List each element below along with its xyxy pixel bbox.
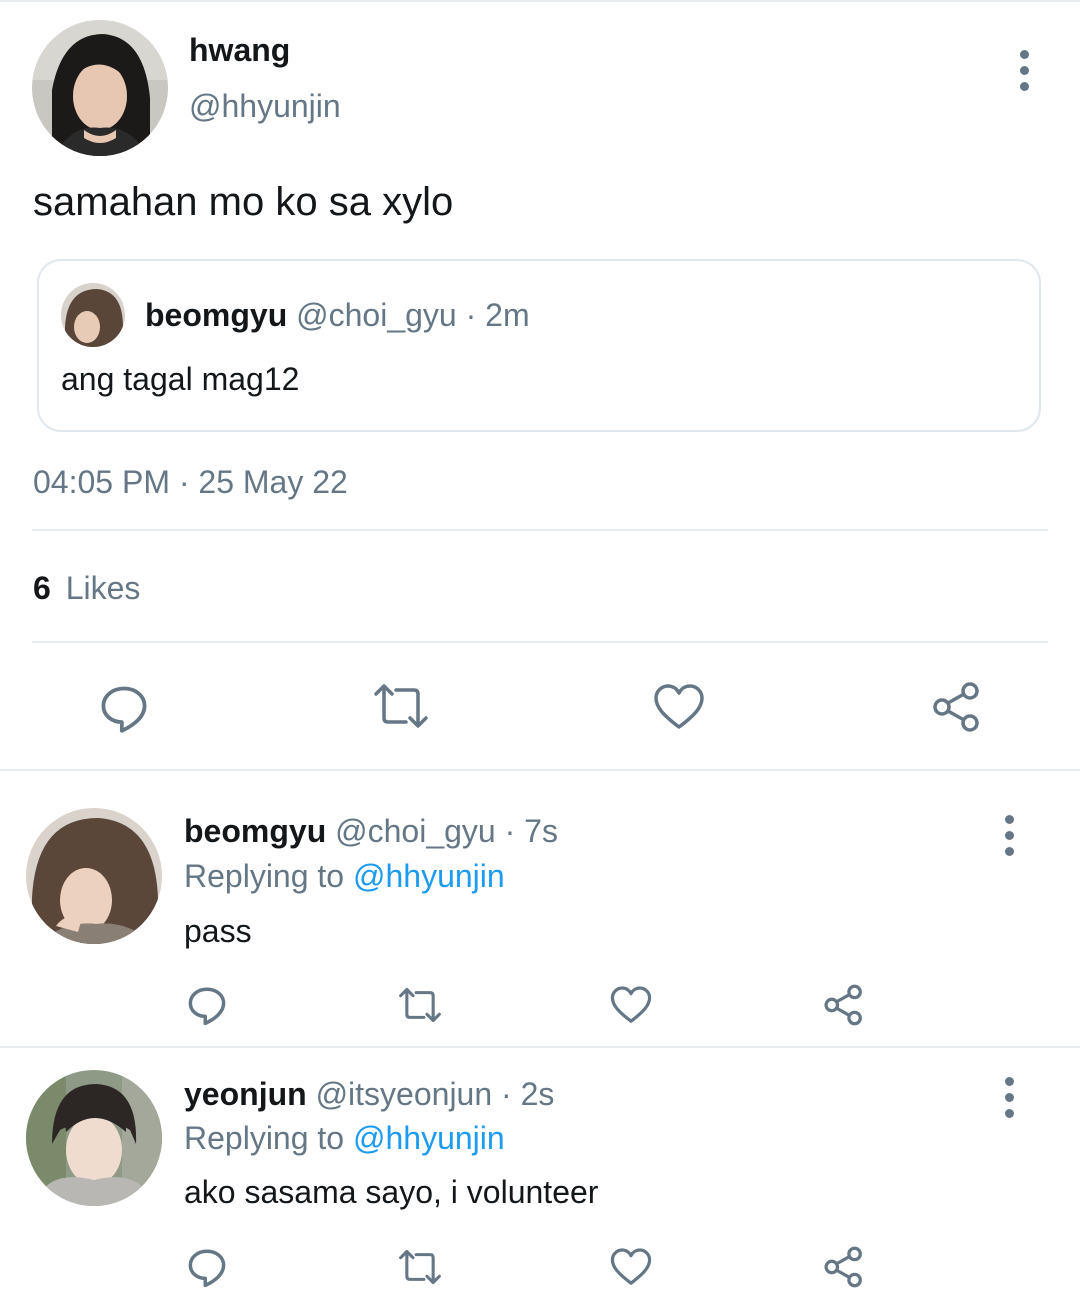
more-options-icon[interactable] xyxy=(1003,1077,1015,1118)
reply-icon[interactable] xyxy=(98,682,150,734)
replying-to-handle[interactable]: @hhyunjin xyxy=(353,858,505,894)
reply-text: ako sasama sayo, i volunteer xyxy=(184,1174,599,1210)
reply-header: beomgyu @choi_gyu · 7s xyxy=(184,813,558,850)
replying-to: Replying to @hhyunjin xyxy=(184,1120,505,1157)
reply-icon[interactable] xyxy=(186,1246,228,1288)
reply-meta: @itsyeonjun · 2s xyxy=(315,1076,555,1112)
quoted-meta: @choi_gyu · 2m xyxy=(296,297,530,333)
divider xyxy=(32,641,1048,643)
quoted-author-avatar xyxy=(61,283,125,347)
reply-display-name[interactable]: yeonjun xyxy=(184,1076,307,1112)
retweet-icon[interactable] xyxy=(396,984,444,1026)
reply-text: pass xyxy=(184,913,252,949)
share-icon[interactable] xyxy=(930,680,984,734)
like-icon[interactable] xyxy=(653,682,705,732)
retweet-icon[interactable] xyxy=(370,680,432,732)
quoted-text: ang tagal mag12 xyxy=(61,361,300,397)
like-icon[interactable] xyxy=(610,1247,652,1287)
share-icon[interactable] xyxy=(822,1245,866,1289)
author-display-name[interactable]: hwang xyxy=(189,32,290,69)
divider xyxy=(0,1046,1080,1048)
quoted-header: beomgyu @choi_gyu · 2m xyxy=(145,297,530,334)
reply-header: yeonjun @itsyeonjun · 2s xyxy=(184,1076,554,1113)
top-border xyxy=(0,0,1080,2)
author-handle[interactable]: @hhyunjin xyxy=(189,88,341,125)
likes-stat[interactable]: 6 Likes xyxy=(33,570,140,607)
author-avatar[interactable] xyxy=(32,20,168,156)
quoted-tweet-card[interactable]: beomgyu @choi_gyu · 2m ang tagal mag12 xyxy=(37,259,1041,432)
reply-display-name[interactable]: beomgyu xyxy=(184,813,326,849)
replying-to-label: Replying to xyxy=(184,858,345,894)
tweet-timestamp: 04:05 PM · 25 May 22 xyxy=(33,464,348,500)
retweet-icon[interactable] xyxy=(396,1246,444,1288)
divider xyxy=(0,769,1080,771)
reply-icon[interactable] xyxy=(186,984,228,1026)
replying-to-handle[interactable]: @hhyunjin xyxy=(353,1120,505,1156)
divider xyxy=(32,529,1048,531)
like-icon[interactable] xyxy=(610,985,652,1025)
replying-to: Replying to @hhyunjin xyxy=(184,858,505,895)
more-options-icon[interactable] xyxy=(1018,50,1030,91)
likes-count: 6 xyxy=(33,570,51,606)
tweet-text: samahan mo ko sa xylo xyxy=(33,180,454,224)
quoted-display-name: beomgyu xyxy=(145,297,288,333)
more-options-icon[interactable] xyxy=(1003,815,1015,856)
replying-to-label: Replying to xyxy=(184,1120,345,1156)
reply-avatar[interactable] xyxy=(26,1070,162,1206)
reply-avatar[interactable] xyxy=(26,808,162,944)
share-icon[interactable] xyxy=(822,983,866,1027)
likes-label: Likes xyxy=(65,570,141,606)
reply-meta: @choi_gyu · 7s xyxy=(335,813,558,849)
